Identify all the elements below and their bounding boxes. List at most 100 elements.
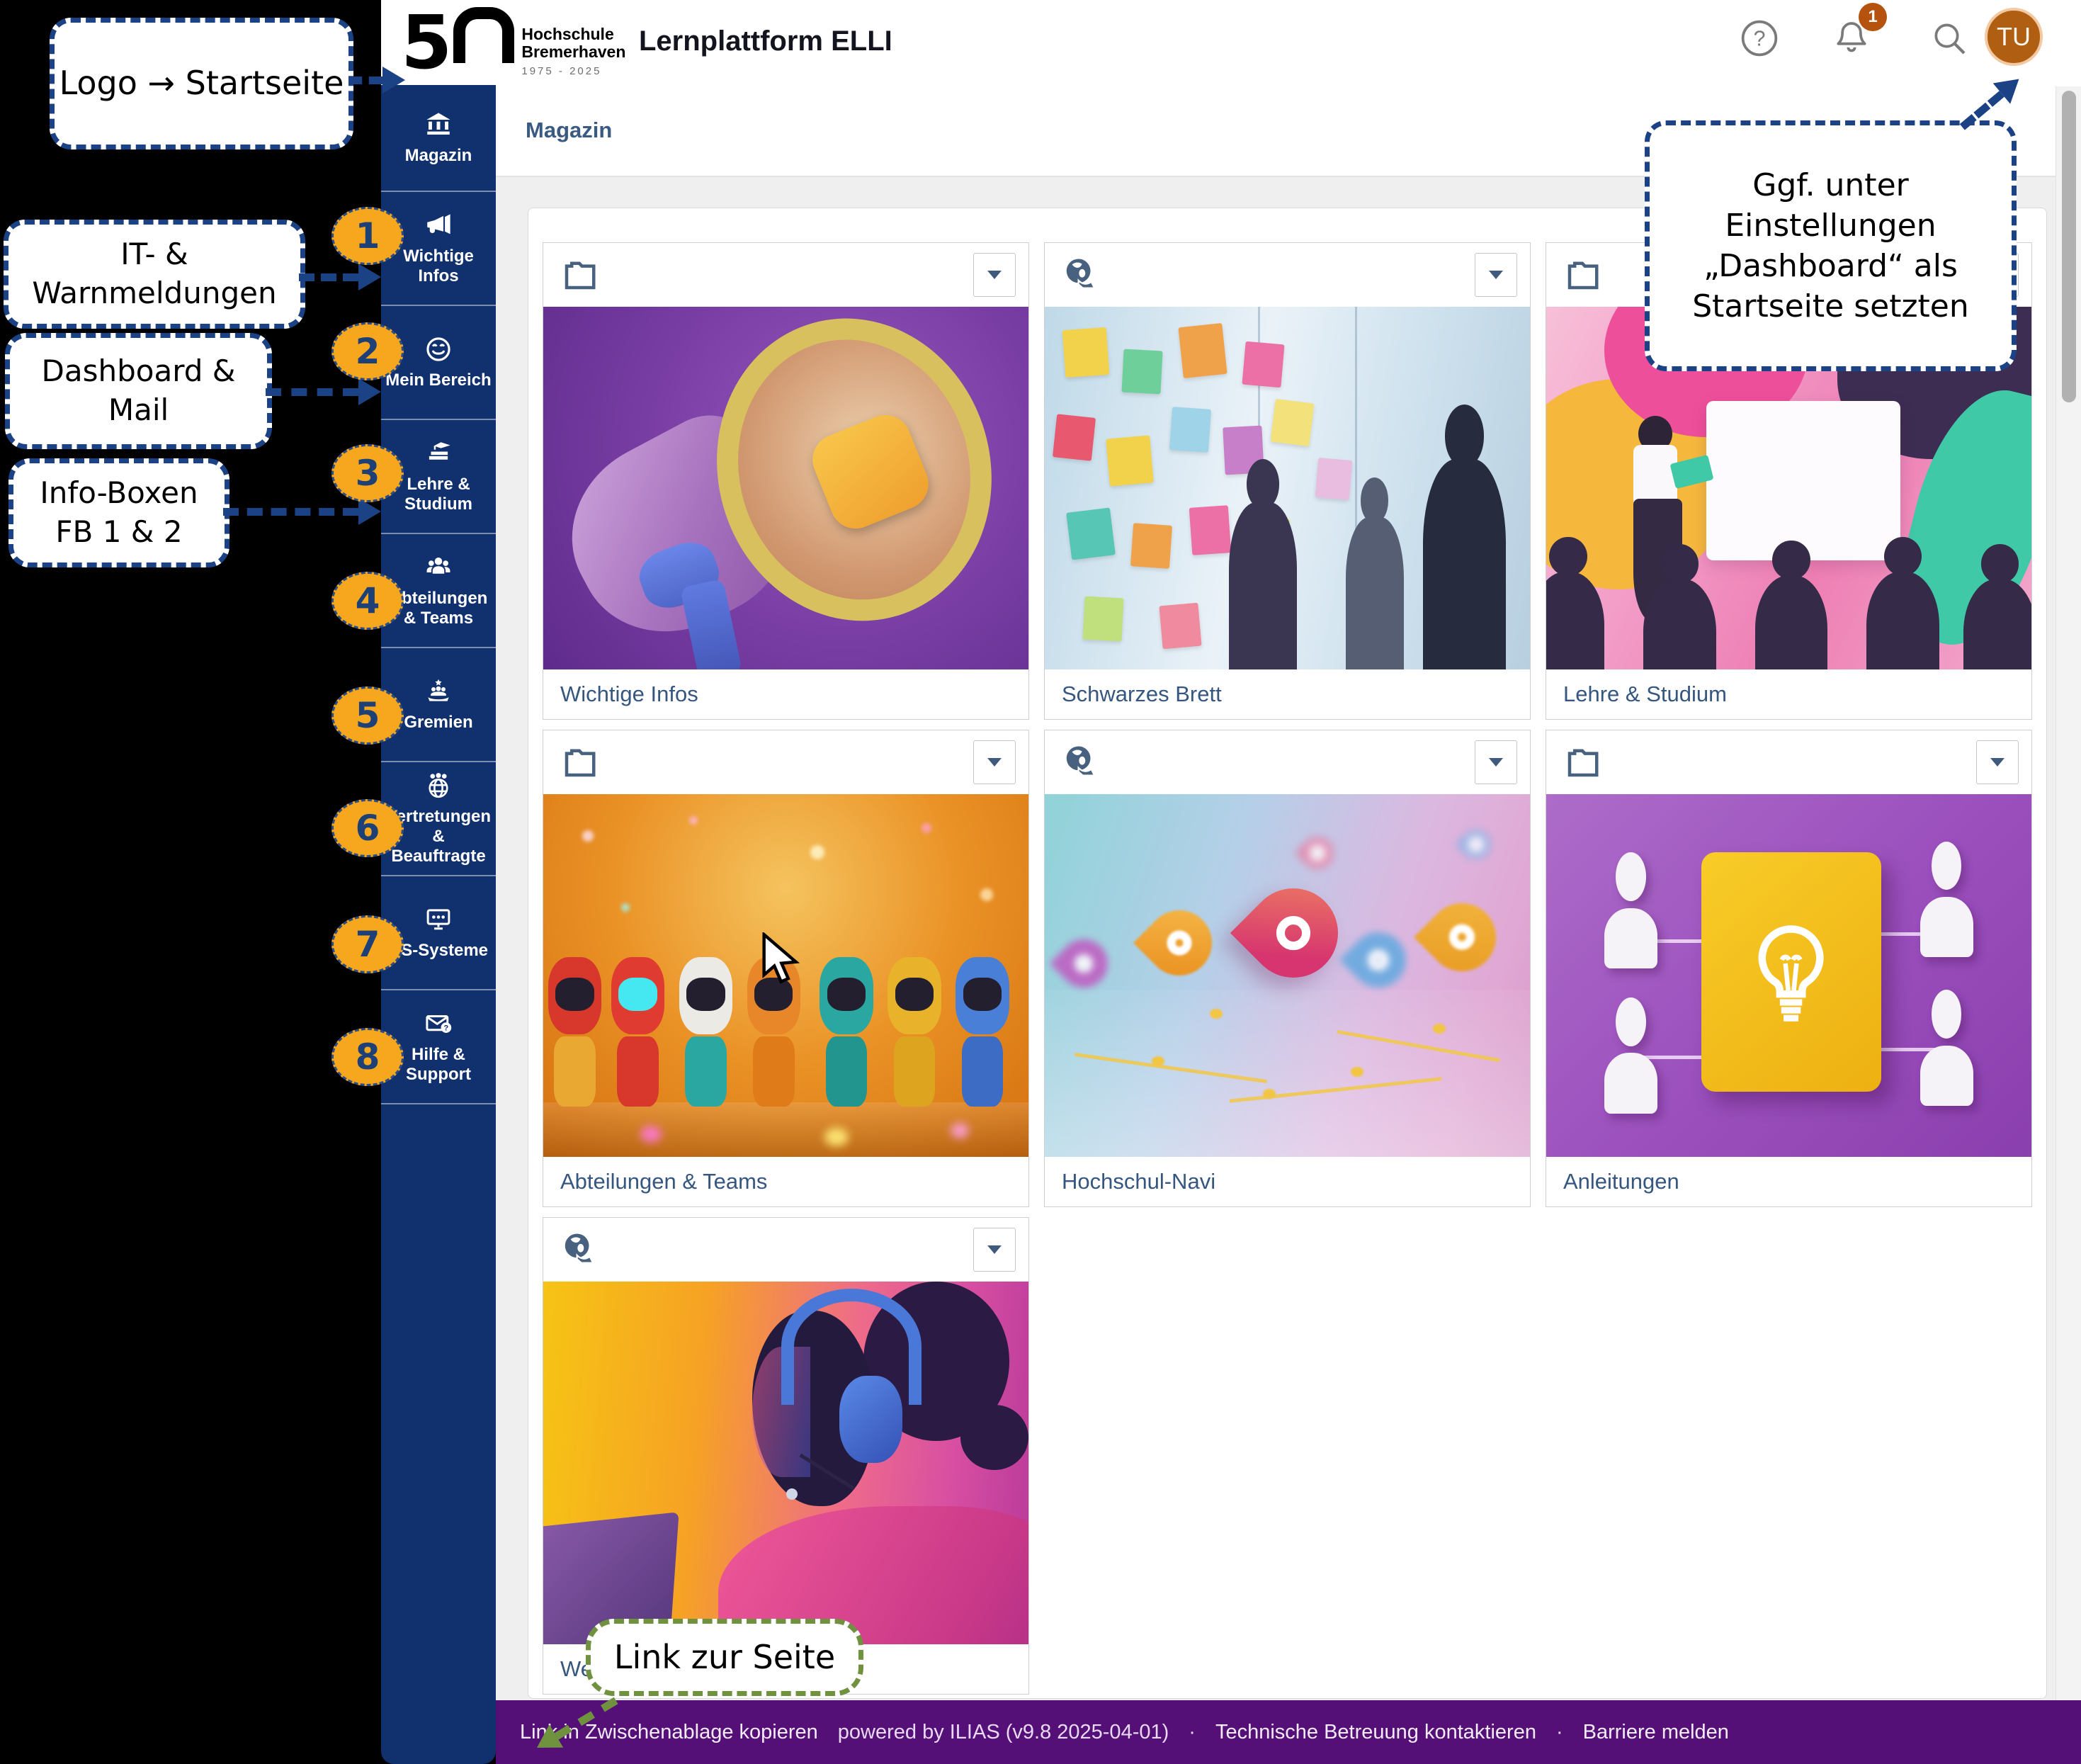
robot bbox=[611, 957, 664, 1124]
help-button[interactable]: ? bbox=[1740, 18, 1779, 58]
globe-people-icon bbox=[424, 771, 453, 801]
bank-icon bbox=[424, 110, 453, 140]
svg-text:?: ? bbox=[443, 1024, 448, 1032]
mouse-cursor-icon bbox=[761, 932, 803, 986]
card-title[interactable]: Anleitungen bbox=[1546, 1157, 2031, 1206]
hochschule-bremerhaven-logo[interactable]: 50 5 Hochschule Bremerhaven 1975 - 2025 bbox=[401, 7, 625, 77]
search-button[interactable] bbox=[1929, 18, 1969, 58]
robot bbox=[956, 957, 1009, 1124]
card-header bbox=[1546, 730, 2031, 794]
sidebar-item-magazin[interactable]: Magazin bbox=[381, 85, 496, 192]
help-icon: ? bbox=[1740, 18, 1779, 58]
robot bbox=[548, 957, 601, 1124]
callout-dashboard-startseite: Ggf. unter Einstellungen „Dashboard“ als… bbox=[1645, 120, 2017, 371]
card-actions-dropdown[interactable] bbox=[1475, 253, 1517, 297]
chevron-down-icon bbox=[987, 271, 1002, 279]
books-icon bbox=[424, 439, 453, 468]
card-title[interactable]: Hochschul-Navi bbox=[1045, 1157, 1530, 1206]
callout-link-zur-seite: Link zur Seite bbox=[586, 1619, 863, 1696]
card-wichtige-infos[interactable]: Wichtige Infos bbox=[543, 242, 1029, 720]
map-pin bbox=[1133, 897, 1225, 989]
footer-separator: · bbox=[1189, 1721, 1196, 1744]
person-silhouette bbox=[1346, 517, 1404, 669]
person-figure bbox=[1915, 990, 1978, 1106]
robot bbox=[679, 957, 732, 1124]
callout-it-warnmeldungen: IT- & Warnmeldungen bbox=[4, 220, 305, 329]
robot bbox=[820, 957, 873, 1124]
card-title[interactable]: Lehre & Studium bbox=[1546, 669, 2031, 719]
card-actions-dropdown[interactable] bbox=[973, 253, 1016, 297]
chevron-down-icon bbox=[1489, 271, 1503, 279]
card-image-lightbulb-cube bbox=[1546, 794, 2031, 1157]
powered-by-text: powered by ILIAS (v9.8 2025-04-01) bbox=[838, 1721, 1169, 1744]
annotation-number-8: 8 bbox=[331, 1028, 404, 1086]
person-silhouette bbox=[1423, 459, 1505, 669]
robot bbox=[888, 957, 941, 1124]
report-barrier-footer-link[interactable]: Barriere melden bbox=[1583, 1721, 1729, 1744]
card-actions-dropdown[interactable] bbox=[1475, 740, 1517, 784]
link-icon bbox=[559, 1231, 600, 1269]
sidebar-label: Wichtige Infos bbox=[384, 247, 493, 287]
svg-text:?: ? bbox=[1754, 27, 1766, 50]
card-abteilungen-teams[interactable]: Abteilungen & Teams bbox=[543, 730, 1029, 1207]
arrow-to-mein-bereich bbox=[266, 378, 381, 405]
link-icon bbox=[1060, 256, 1101, 294]
link-icon bbox=[1060, 743, 1101, 781]
card-actions-dropdown[interactable] bbox=[973, 1228, 1016, 1272]
arrow-to-wichtige-infos bbox=[299, 264, 381, 290]
arrow-to-lehre-studium bbox=[223, 498, 381, 525]
smiley-icon bbox=[424, 334, 453, 364]
logo-line2: Bremerhaven bbox=[521, 43, 625, 61]
footer-bar: Link in Zwischenablage kopieren powered … bbox=[496, 1700, 2081, 1764]
magazin-content-panel: Wichtige Infos bbox=[528, 208, 2047, 1699]
screenshot-stage: 50 5 Hochschule Bremerhaven 1975 - 2025 … bbox=[0, 0, 2081, 1764]
person-figure bbox=[1599, 997, 1662, 1114]
scrollbar-thumb[interactable] bbox=[2062, 91, 2076, 402]
user-avatar[interactable]: TU bbox=[1985, 8, 2043, 66]
person-figure bbox=[1915, 842, 1978, 958]
card-image-sticky-notes bbox=[1045, 307, 1530, 669]
card-title[interactable]: Schwarzes Brett bbox=[1045, 669, 1530, 719]
map-pin bbox=[1230, 870, 1356, 996]
annotation-number-4: 4 bbox=[331, 572, 404, 630]
sidebar-label: Mein Bereich bbox=[385, 371, 491, 390]
annotation-number-2: 2 bbox=[331, 322, 404, 380]
callout-dashboard-mail: Dashboard & Mail bbox=[5, 333, 272, 449]
callout-info-boxen: Info-Boxen FB 1 & 2 bbox=[8, 458, 229, 567]
card-header bbox=[1045, 730, 1530, 794]
card-image-map-pins bbox=[1045, 794, 1530, 1157]
search-icon bbox=[1929, 18, 1969, 58]
person-silhouette bbox=[1229, 502, 1297, 669]
chevron-down-icon bbox=[1990, 758, 2005, 767]
folder-icon bbox=[559, 743, 600, 781]
committee-icon bbox=[424, 677, 453, 706]
card-header bbox=[543, 730, 1028, 794]
breadcrumb[interactable]: Magazin bbox=[526, 118, 612, 143]
card-schwarzes-brett[interactable]: Schwarzes Brett bbox=[1044, 242, 1531, 720]
card-hochschul-navi[interactable]: Hochschul-Navi bbox=[1044, 730, 1531, 1207]
card-actions-dropdown[interactable] bbox=[973, 740, 1016, 784]
annotation-number-6: 6 bbox=[331, 799, 404, 857]
support-footer-link[interactable]: Technische Betreuung kontaktieren bbox=[1215, 1721, 1536, 1744]
annotation-number-3: 3 bbox=[331, 444, 404, 502]
card-actions-dropdown[interactable] bbox=[1976, 740, 2019, 784]
card-image-robots bbox=[543, 794, 1028, 1157]
card-image-headset-person bbox=[543, 1282, 1028, 1644]
callout-logo-startseite: Logo → Startseite bbox=[50, 18, 353, 149]
page-title: Lernplattform ELLI bbox=[639, 26, 892, 57]
annotation-number-7: 7 bbox=[331, 915, 404, 973]
people-icon bbox=[424, 553, 453, 582]
footer-separator: · bbox=[1556, 1721, 1563, 1744]
sidebar-label: Gremien bbox=[404, 713, 472, 733]
folder-icon bbox=[559, 256, 600, 294]
monitor-icon bbox=[424, 905, 453, 934]
card-title[interactable]: Abteilungen & Teams bbox=[543, 1157, 1028, 1206]
logo-arch-icon bbox=[453, 7, 514, 63]
folder-icon bbox=[1562, 256, 1603, 294]
vertical-scrollbar[interactable] bbox=[2056, 86, 2081, 1700]
card-title[interactable]: Wichtige Infos bbox=[543, 669, 1028, 719]
logo-text: Hochschule Bremerhaven 1975 - 2025 bbox=[521, 26, 625, 77]
logo-5-digit: 5 bbox=[401, 13, 448, 73]
chevron-down-icon bbox=[987, 758, 1002, 767]
card-anleitungen[interactable]: Anleitungen bbox=[1546, 730, 2032, 1207]
